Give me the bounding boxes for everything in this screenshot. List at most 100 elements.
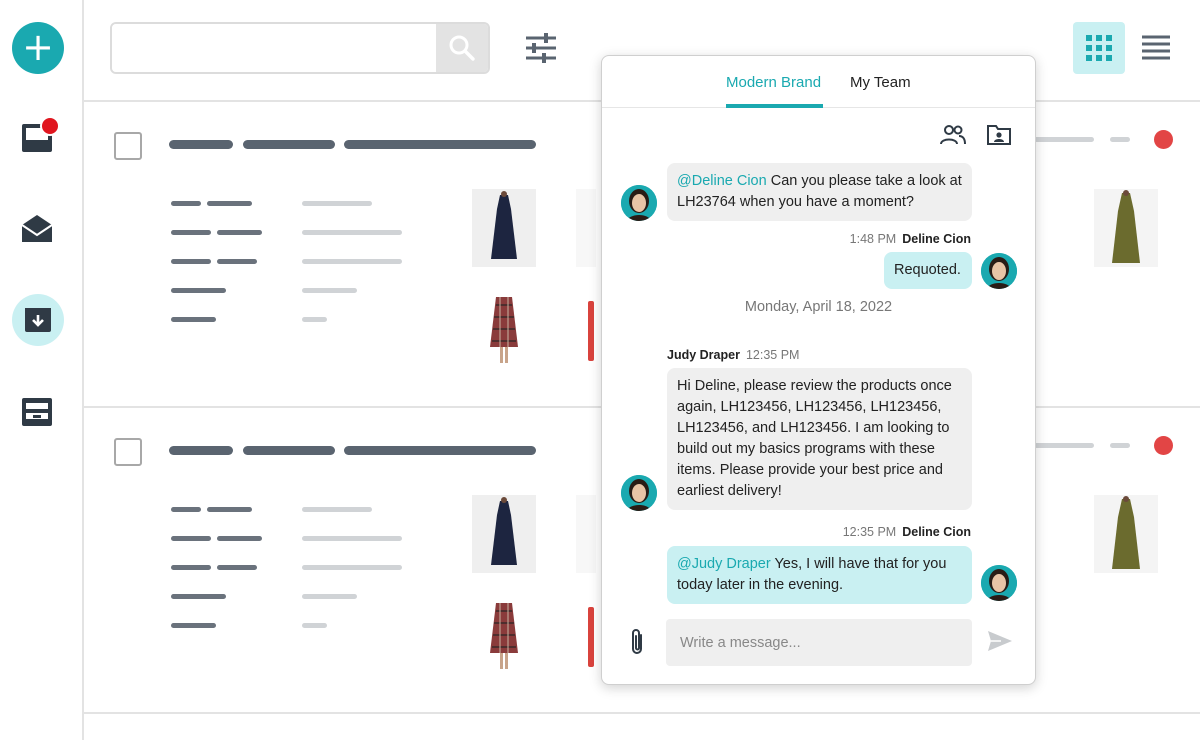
detail-value-placeholder [302, 594, 357, 599]
product-thumbnail-partial[interactable] [576, 495, 596, 573]
plus-icon: + [22, 24, 54, 69]
product-thumbnail-partial[interactable] [576, 597, 596, 675]
title-placeholder [243, 140, 335, 149]
title-placeholder [344, 446, 536, 455]
person-avatar-image [981, 253, 1017, 289]
detail-value-placeholder [302, 288, 357, 293]
chat-message: Hi Deline, please review the products on… [667, 368, 972, 510]
new-item-button[interactable]: + [12, 22, 64, 74]
title-placeholder [344, 140, 536, 149]
message-meta: 12:35 PM Deline Cion [843, 525, 971, 539]
row-checkbox[interactable] [114, 132, 142, 160]
message-sender: Judy Draper [667, 348, 740, 362]
progress-track [1110, 443, 1130, 448]
title-placeholder [169, 446, 233, 455]
detail-label-placeholder [207, 201, 252, 206]
message-text: Hi Deline, please review the products on… [677, 378, 952, 499]
product-thumbnail[interactable] [472, 597, 536, 675]
plaid-coat-image [490, 603, 518, 669]
search-button[interactable] [436, 24, 488, 72]
detail-label-placeholder [171, 317, 216, 322]
tray-stack-icon[interactable] [20, 396, 54, 428]
message-time: 12:35 PM [745, 348, 800, 362]
notification-dot [40, 116, 60, 136]
detail-label-placeholder [171, 594, 226, 599]
progress-track [1034, 137, 1094, 142]
chat-message: @Judy Draper Yes, I will have that for y… [667, 546, 972, 604]
detail-label-placeholder [217, 565, 257, 570]
date-separator: Monday, April 18, 2022 [744, 299, 893, 315]
search-input[interactable] [112, 24, 438, 72]
plaid-coat-image [490, 297, 518, 363]
tab-modern-brand[interactable]: Modern Brand [726, 74, 821, 91]
detail-value-placeholder [302, 230, 402, 235]
product-thumbnail[interactable] [1094, 495, 1158, 573]
avatar [981, 253, 1017, 289]
archive-nav-button[interactable] [12, 294, 64, 346]
detail-label-placeholder [171, 288, 226, 293]
message-time: 12:35 PM [842, 525, 897, 539]
grid-view-button[interactable] [1073, 22, 1125, 74]
detail-label-placeholder [217, 259, 257, 264]
tab-my-team[interactable]: My Team [850, 74, 911, 91]
navy-dress-image [491, 497, 517, 565]
list-view-icon[interactable] [1142, 34, 1170, 60]
search-icon [449, 35, 475, 61]
chat-message: @Deline Cion Can you please take a look … [667, 163, 972, 221]
product-thumbnail[interactable] [472, 291, 536, 369]
detail-label-placeholder [171, 230, 211, 235]
mention-link[interactable]: @Judy Draper [677, 556, 771, 572]
progress-track [1034, 443, 1094, 448]
detail-label-placeholder [217, 536, 262, 541]
message-meta: 1:48 PM Deline Cion [850, 232, 971, 246]
left-rail: + [0, 0, 84, 740]
status-dot [1154, 130, 1173, 149]
person-avatar-image [621, 475, 657, 511]
detail-value-placeholder [302, 201, 372, 206]
detail-value-placeholder [302, 507, 372, 512]
search-box [110, 22, 490, 74]
detail-value-placeholder [302, 536, 402, 541]
olive-dress-image [1112, 190, 1140, 263]
chat-panel: Modern Brand My Team @Deline Cion Can yo… [601, 55, 1036, 685]
product-thumbnail[interactable] [472, 189, 536, 267]
mention-link[interactable]: @Deline Cion [677, 173, 767, 189]
product-thumbnail[interactable] [1094, 189, 1158, 267]
title-placeholder [169, 140, 233, 149]
archive-download-icon [25, 308, 51, 332]
product-thumbnail-partial[interactable] [576, 189, 596, 267]
grid-icon [1086, 35, 1112, 61]
title-placeholder [243, 446, 335, 455]
active-tab-indicator [726, 104, 823, 108]
detail-value-placeholder [302, 623, 327, 628]
send-icon[interactable] [987, 630, 1013, 652]
detail-value-placeholder [302, 259, 402, 264]
navy-dress-image [491, 191, 517, 259]
detail-label-placeholder [171, 565, 211, 570]
open-mail-icon[interactable] [20, 212, 54, 244]
chat-tabs: Modern Brand My Team [602, 56, 1035, 108]
detail-label-placeholder [171, 259, 211, 264]
person-avatar-image [981, 565, 1017, 601]
detail-label-placeholder [207, 507, 252, 512]
filter-sliders-icon[interactable] [524, 32, 558, 64]
status-dot [1154, 436, 1173, 455]
detail-label-placeholder [171, 507, 201, 512]
detail-value-placeholder [302, 317, 327, 322]
chat-message: Requoted. [884, 252, 972, 289]
message-meta: Judy Draper 12:35 PM [667, 348, 799, 362]
progress-track [1110, 137, 1130, 142]
detail-label-placeholder [171, 536, 211, 541]
row-checkbox[interactable] [114, 438, 142, 466]
paperclip-icon[interactable] [628, 627, 646, 657]
person-avatar-image [621, 185, 657, 221]
product-thumbnail-partial[interactable] [576, 291, 596, 369]
product-thumbnail[interactable] [472, 495, 536, 573]
message-sender: Deline Cion [902, 232, 971, 246]
message-input[interactable] [666, 619, 972, 666]
avatar [981, 565, 1017, 601]
olive-dress-image [1112, 496, 1140, 569]
avatar [621, 185, 657, 221]
contact-folder-icon[interactable] [986, 124, 1012, 146]
people-icon[interactable] [940, 124, 966, 146]
